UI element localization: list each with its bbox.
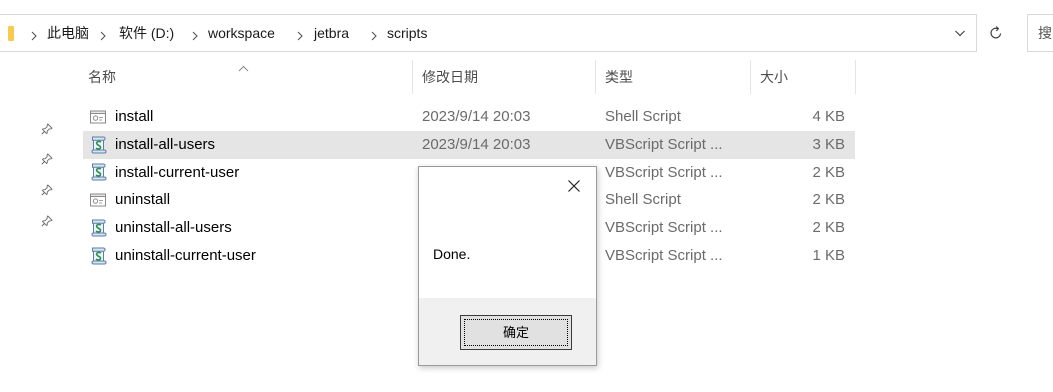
file-row-install[interactable]: install 2023/9/14 20:03 Shell Script 4 K… (83, 103, 855, 131)
refresh-button[interactable] (981, 14, 1011, 52)
message-dialog: Done. 确定 (418, 166, 597, 366)
breadcrumb-this-pc[interactable]: 此电脑 (47, 15, 89, 51)
file-size: 4 KB (812, 108, 845, 125)
vbscript-icon (90, 159, 107, 187)
breadcrumb-separator-icon[interactable] (370, 28, 378, 41)
column-header-name[interactable]: 名称 (88, 60, 116, 94)
ok-button-label: 确定 (502, 325, 529, 340)
search-box[interactable] (1027, 14, 1053, 52)
file-size: 2 KB (812, 219, 845, 237)
file-size: 2 KB (812, 191, 845, 209)
shell-script-icon (90, 103, 107, 131)
refresh-icon (990, 26, 1002, 39)
file-modified: 2023/9/14 20:03 (422, 135, 531, 153)
column-divider[interactable] (412, 60, 413, 94)
file-type: Shell Script (605, 191, 681, 209)
breadcrumb-separator-icon[interactable] (191, 28, 199, 41)
sort-ascending-icon (238, 59, 249, 72)
chevron-down-icon[interactable] (953, 26, 967, 40)
breadcrumb-separator-icon[interactable] (296, 28, 304, 41)
breadcrumb-scripts[interactable]: scripts (387, 15, 427, 51)
dialog-footer: 确定 (419, 298, 596, 365)
file-size: 1 KB (812, 246, 845, 264)
close-icon[interactable] (567, 179, 581, 193)
address-bar[interactable]: 此电脑 软件 (D:) workspace jetbra scripts (0, 14, 977, 52)
pin-icon[interactable] (41, 152, 53, 165)
breadcrumb-workspace[interactable]: workspace (208, 15, 275, 51)
folder-icon (8, 26, 14, 41)
file-type: VBScript Script ... (605, 135, 723, 153)
column-divider[interactable] (855, 60, 856, 94)
file-name: uninstall-current-user (115, 246, 256, 264)
vbscript-icon (90, 131, 107, 159)
vbscript-icon (90, 214, 107, 242)
file-size: 3 KB (812, 135, 845, 153)
file-size: 2 KB (812, 163, 845, 181)
breadcrumb-separator-icon[interactable] (99, 28, 107, 41)
column-header-type[interactable]: 类型 (605, 60, 633, 94)
pin-icon[interactable] (41, 214, 53, 227)
pin-icon[interactable] (41, 122, 53, 135)
file-row-install-all-users[interactable]: install-all-users 2023/9/14 20:03 VBScri… (83, 130, 855, 159)
file-modified: 2023/9/14 20:03 (422, 108, 531, 125)
breadcrumb-drive-d[interactable]: 软件 (D:) (119, 15, 174, 51)
search-input[interactable] (1028, 15, 1053, 51)
file-type: VBScript Script ... (605, 246, 723, 264)
vbscript-icon (90, 242, 107, 270)
file-name: install (115, 108, 154, 125)
column-divider[interactable] (595, 60, 596, 94)
file-name: install-current-user (115, 163, 240, 181)
file-type: VBScript Script ... (605, 163, 723, 181)
shell-script-icon (90, 186, 107, 214)
breadcrumb-jetbra[interactable]: jetbra (314, 15, 349, 51)
breadcrumb-separator-icon[interactable] (30, 28, 38, 41)
column-divider[interactable] (750, 60, 751, 94)
file-type: VBScript Script ... (605, 219, 723, 237)
file-name: uninstall-all-users (115, 219, 232, 237)
column-header-modified[interactable]: 修改日期 (422, 60, 478, 94)
pin-icon[interactable] (41, 183, 53, 196)
file-type: Shell Script (605, 108, 681, 125)
column-header-size[interactable]: 大小 (760, 60, 788, 94)
file-name: install-all-users (115, 135, 216, 153)
dialog-message: Done. (433, 246, 471, 262)
ok-button[interactable]: 确定 (460, 315, 572, 350)
file-name: uninstall (115, 191, 171, 209)
